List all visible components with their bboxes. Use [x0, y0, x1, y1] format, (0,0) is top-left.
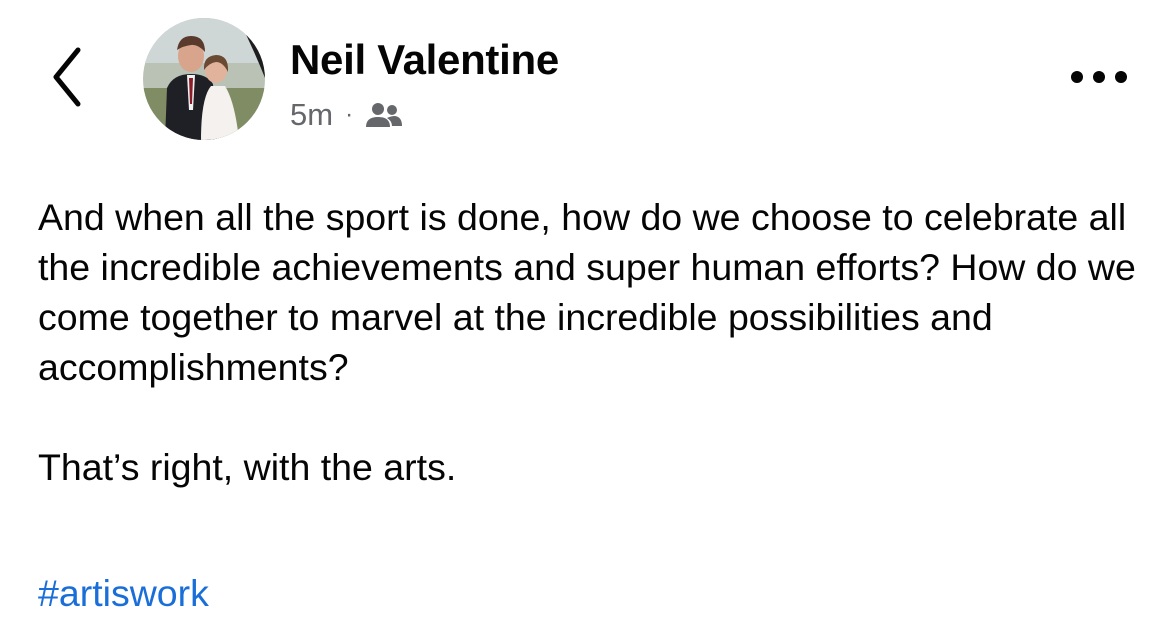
- post-paragraph: And when all the sport is done, how do w…: [38, 196, 1136, 388]
- hashtag-link[interactable]: #artiswork: [38, 568, 209, 618]
- profile-photo: [143, 18, 265, 140]
- post-body: And when all the sport is done, how do w…: [38, 192, 1148, 492]
- author-name[interactable]: Neil Valentine: [290, 34, 559, 86]
- friends-icon[interactable]: [365, 99, 403, 131]
- more-options-button[interactable]: [1064, 60, 1134, 94]
- avatar[interactable]: [143, 18, 265, 140]
- more-horizontal-icon: [1071, 71, 1127, 83]
- timestamp[interactable]: 5m: [290, 97, 333, 133]
- chevron-left-icon: [53, 47, 81, 107]
- back-button[interactable]: [38, 38, 98, 118]
- meta-separator: ·: [345, 101, 354, 128]
- post-paragraph: That’s right, with the arts.: [38, 446, 457, 488]
- post-meta: 5m ·: [290, 95, 403, 135]
